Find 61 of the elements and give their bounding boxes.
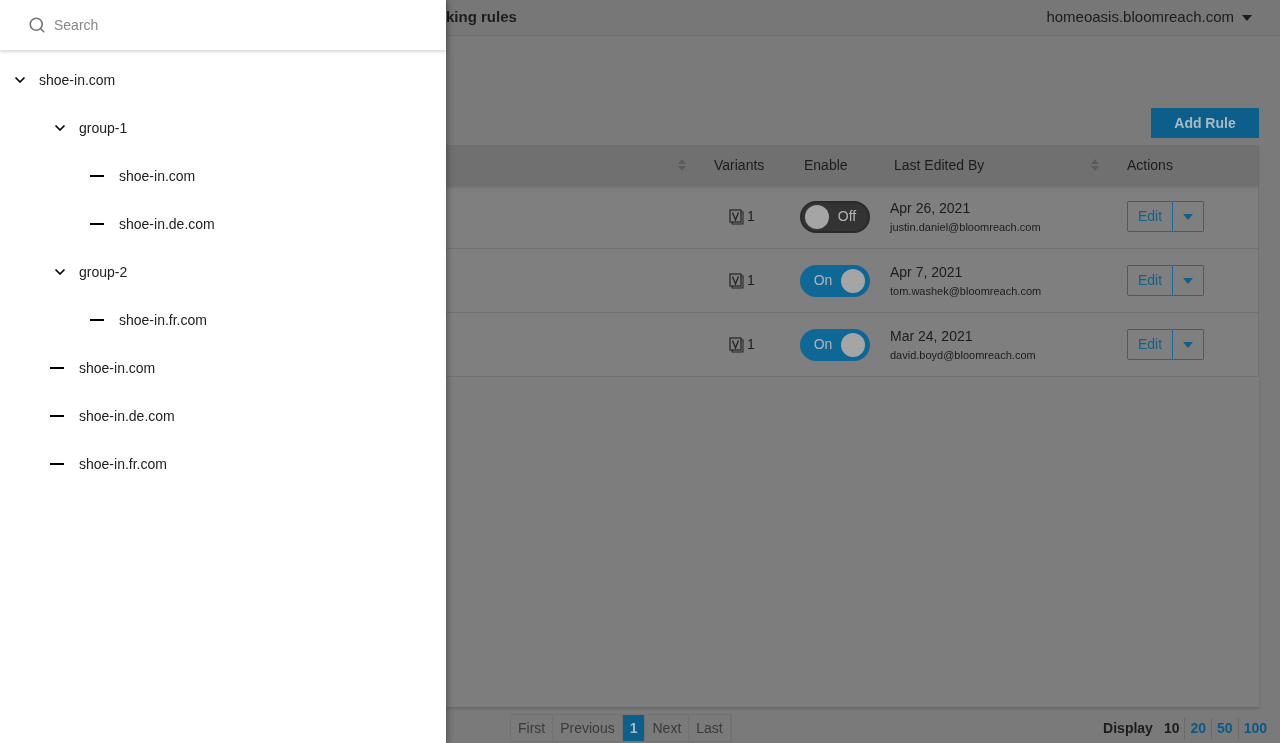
toggle-knob bbox=[805, 204, 829, 229]
page-title: king rules bbox=[446, 7, 517, 28]
actions-dropdown-button[interactable] bbox=[1173, 201, 1205, 232]
caret-down-icon bbox=[1183, 213, 1194, 220]
tree-item[interactable]: shoe-in.de.com bbox=[119, 213, 215, 235]
document-v-icon bbox=[729, 272, 745, 289]
pagination-button[interactable]: Previous bbox=[553, 715, 623, 741]
dash-icon bbox=[50, 463, 64, 465]
search-icon bbox=[28, 16, 46, 34]
dash-icon bbox=[90, 223, 104, 225]
dash-icon bbox=[90, 175, 104, 177]
actions-dropdown-button[interactable] bbox=[1173, 329, 1205, 360]
variant-count: 1 bbox=[747, 271, 755, 290]
toggle-knob bbox=[841, 332, 865, 357]
column-header: Enable bbox=[804, 155, 848, 175]
page-size-option[interactable]: 50 bbox=[1211, 717, 1238, 739]
actions-dropdown-button[interactable] bbox=[1173, 265, 1205, 296]
page-size-option[interactable]: 10 bbox=[1158, 717, 1185, 739]
editor-email: david.boyd@bloomreach.com bbox=[890, 347, 1037, 363]
column-header: Last Edited By bbox=[894, 155, 985, 175]
tree-item[interactable]: group-1 bbox=[79, 117, 128, 139]
toggle-switch[interactable]: Off bbox=[800, 200, 870, 233]
toggle-label: On bbox=[812, 271, 834, 290]
column-header: Actions bbox=[1127, 155, 1173, 175]
edit-date: Apr 26, 2021 bbox=[890, 198, 972, 218]
pagination-button[interactable]: Next bbox=[645, 715, 690, 741]
edit-date: Mar 24, 2021 bbox=[890, 326, 974, 346]
display-label: Display bbox=[1103, 718, 1153, 738]
caret-down-icon bbox=[1183, 341, 1194, 348]
variant-count: 1 bbox=[747, 207, 755, 226]
dash-icon bbox=[50, 367, 64, 369]
toggle-label: On bbox=[812, 335, 834, 354]
tree-item[interactable]: group-2 bbox=[79, 261, 128, 283]
account-dropdown[interactable]: homeoasis.bloomreach.com bbox=[1046, 6, 1252, 29]
search-field[interactable]: Search bbox=[54, 14, 446, 36]
caret-down-icon bbox=[1242, 14, 1252, 21]
toggle-switch[interactable]: On bbox=[800, 328, 870, 361]
add-rule-button[interactable]: Add Rule bbox=[1151, 108, 1259, 138]
pagination-button[interactable]: First bbox=[511, 715, 554, 741]
edit-date: Apr 7, 2021 bbox=[890, 262, 964, 282]
caret-down-icon bbox=[1183, 277, 1194, 284]
variant-count: 1 bbox=[747, 335, 755, 354]
toggle-label: Off bbox=[836, 207, 858, 226]
pagination-button[interactable]: Last bbox=[689, 715, 731, 741]
tree-item[interactable]: shoe-in.de.com bbox=[79, 405, 175, 427]
tree-item[interactable]: shoe-in.com bbox=[79, 357, 156, 379]
toggle-switch[interactable]: On bbox=[800, 264, 870, 297]
editor-email: justin.daniel@bloomreach.com bbox=[890, 219, 1042, 235]
dash-icon bbox=[90, 319, 104, 321]
toggle-knob bbox=[841, 268, 865, 293]
tree-item[interactable]: shoe-in.fr.com bbox=[119, 309, 207, 331]
column-header: Variants bbox=[714, 155, 765, 175]
tree-item[interactable]: shoe-in.fr.com bbox=[79, 453, 167, 475]
editor-email: tom.washek@bloomreach.com bbox=[890, 283, 1043, 299]
page-size-option[interactable]: 100 bbox=[1237, 717, 1272, 739]
document-v-icon bbox=[729, 208, 745, 225]
tree-item[interactable]: shoe-in.com bbox=[39, 69, 116, 91]
dash-icon bbox=[50, 415, 64, 417]
document-v-icon bbox=[729, 336, 745, 353]
tree-item[interactable]: shoe-in.com bbox=[119, 165, 196, 187]
pagination-button[interactable]: 1 bbox=[622, 715, 646, 741]
